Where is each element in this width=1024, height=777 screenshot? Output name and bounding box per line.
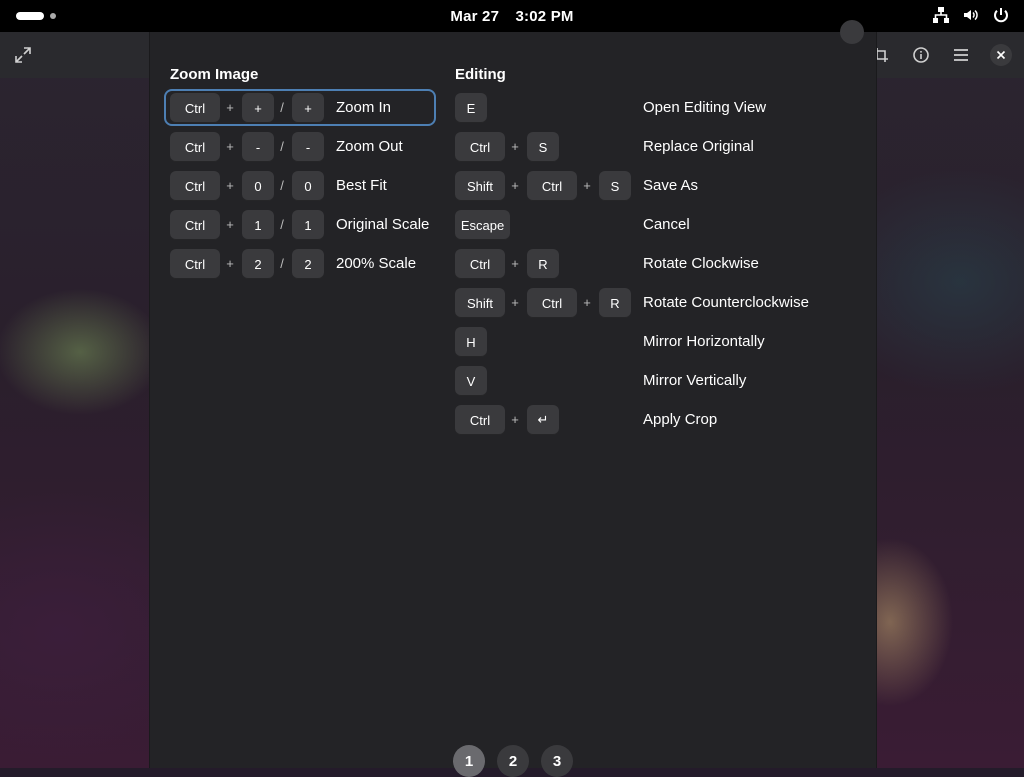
- plus-separator: +: [226, 139, 234, 154]
- clock[interactable]: Mar 27 3:02 PM: [444, 8, 579, 25]
- keycap: Ctrl: [455, 132, 505, 162]
- page-switcher: 123: [150, 745, 876, 777]
- shortcut-label: Cancel: [643, 216, 690, 233]
- time-label: 3:02 PM: [515, 7, 574, 25]
- zoom-shortcut-row[interactable]: Ctrl +2 / 2 200% Scale: [170, 248, 440, 280]
- plus-separator: +: [583, 178, 591, 193]
- plus-separator: +: [226, 178, 234, 193]
- page-button-2[interactable]: 2: [497, 745, 529, 777]
- system-tray[interactable]: [932, 6, 1010, 24]
- shortcut-label: 200% Scale: [336, 255, 417, 272]
- keycap: +: [292, 93, 324, 123]
- keycap: -: [292, 132, 324, 162]
- editing-shortcut-row[interactable]: Shift + Ctrl + S Save As: [455, 170, 855, 202]
- editing-section-title: Editing: [455, 66, 506, 83]
- slash-separator: /: [280, 217, 284, 232]
- keycap: Escape: [455, 210, 510, 240]
- keycap: 1: [242, 210, 274, 240]
- keycap: +: [242, 93, 274, 123]
- keycap: ↵: [527, 405, 559, 435]
- keycap: -: [242, 132, 274, 162]
- plus-separator: +: [511, 256, 519, 271]
- keycap: Ctrl: [527, 171, 577, 201]
- workspace-dot-icon: [50, 13, 56, 19]
- keycap: Ctrl: [170, 171, 220, 201]
- zoom-shortcut-row[interactable]: Ctrl +0 / 0 Best Fit: [170, 170, 440, 202]
- keycap: 2: [292, 249, 324, 279]
- keycap: S: [599, 171, 631, 201]
- plus-separator: +: [583, 295, 591, 310]
- slash-separator: /: [280, 100, 284, 115]
- plus-separator: +: [511, 139, 519, 154]
- plus-separator: +: [226, 217, 234, 232]
- keycap: Ctrl: [170, 249, 220, 279]
- keycap: R: [527, 249, 559, 279]
- keycap: E: [455, 93, 487, 123]
- zoom-shortcut-row[interactable]: Ctrl +1 / 1 Original Scale: [170, 209, 440, 241]
- editing-shortcut-row[interactable]: V Mirror Vertically: [455, 365, 855, 397]
- date-label: Mar 27: [450, 7, 500, 25]
- keycap: V: [455, 366, 487, 396]
- shortcut-label: Best Fit: [336, 177, 387, 194]
- shortcut-label: Mirror Vertically: [643, 372, 747, 389]
- shortcuts-dialog: Zoom Image Ctrl + + / + Zoom In Ctrl + - / - Zoom O…: [149, 20, 877, 777]
- shortcut-label: Apply Crop: [643, 411, 718, 428]
- editing-shortcut-row[interactable]: Ctrl + ↵ Apply Crop: [455, 404, 855, 436]
- fullscreen-icon[interactable]: [9, 41, 37, 69]
- slash-separator: /: [280, 256, 284, 271]
- close-icon[interactable]: [987, 41, 1015, 69]
- plus-separator: +: [226, 100, 234, 115]
- editing-shortcut-row[interactable]: Shift + Ctrl + R Rotate Counterclockwise: [455, 287, 855, 319]
- shortcut-label: Zoom In: [336, 99, 392, 116]
- keycap: Ctrl: [170, 210, 220, 240]
- keycap: 2: [242, 249, 274, 279]
- volume-icon: [962, 6, 980, 24]
- keycap: Ctrl: [170, 93, 220, 123]
- keycap: 0: [242, 171, 274, 201]
- editing-shortcut-row[interactable]: Ctrl + S Replace Original: [455, 131, 855, 163]
- keycap: 0: [292, 171, 324, 201]
- menu-icon[interactable]: [947, 41, 975, 69]
- plus-separator: +: [511, 295, 519, 310]
- shortcut-label: Replace Original: [643, 138, 754, 155]
- editing-shortcut-row[interactable]: Escape Cancel: [455, 209, 855, 241]
- keycap: H: [455, 327, 487, 357]
- slash-separator: /: [280, 178, 284, 193]
- power-icon: [992, 6, 1010, 24]
- editing-shortcut-row[interactable]: E Open Editing View: [455, 92, 855, 124]
- editing-shortcut-row[interactable]: H Mirror Horizontally: [455, 326, 855, 358]
- dialog-close-button[interactable]: [840, 20, 864, 44]
- shortcut-label: Rotate Counterclockwise: [643, 294, 809, 311]
- keycap: Ctrl: [455, 249, 505, 279]
- activities-pill-icon[interactable]: [16, 12, 44, 20]
- keycap: Ctrl: [455, 405, 505, 435]
- keycap: Shift: [455, 171, 505, 201]
- network-icon: [932, 6, 950, 24]
- keycap: Ctrl: [170, 132, 220, 162]
- info-icon[interactable]: [907, 41, 935, 69]
- plus-separator: +: [511, 178, 519, 193]
- keycap: 1: [292, 210, 324, 240]
- shortcut-label: Original Scale: [336, 216, 430, 233]
- top-bar: Mar 27 3:02 PM: [0, 0, 1024, 32]
- zoom-shortcut-row[interactable]: Ctrl + - / - Zoom Out: [170, 131, 440, 163]
- shortcut-label: Zoom Out: [336, 138, 403, 155]
- zoom-section-title: Zoom Image: [170, 66, 259, 83]
- slash-separator: /: [280, 139, 284, 154]
- keycap: Shift: [455, 288, 505, 318]
- keycap: Ctrl: [527, 288, 577, 318]
- shortcut-label: Rotate Clockwise: [643, 255, 759, 272]
- keycap: S: [527, 132, 559, 162]
- shortcut-label: Mirror Horizontally: [643, 333, 765, 350]
- plus-separator: +: [226, 256, 234, 271]
- shortcut-label: Save As: [643, 177, 699, 194]
- keycap: R: [599, 288, 631, 318]
- page-button-1[interactable]: 1: [453, 745, 485, 777]
- zoom-shortcut-row[interactable]: Ctrl + + / + Zoom In: [170, 92, 440, 124]
- plus-separator: +: [511, 412, 519, 427]
- shortcut-label: Open Editing View: [643, 99, 767, 116]
- editing-shortcut-row[interactable]: Ctrl + R Rotate Clockwise: [455, 248, 855, 280]
- page-button-3[interactable]: 3: [541, 745, 573, 777]
